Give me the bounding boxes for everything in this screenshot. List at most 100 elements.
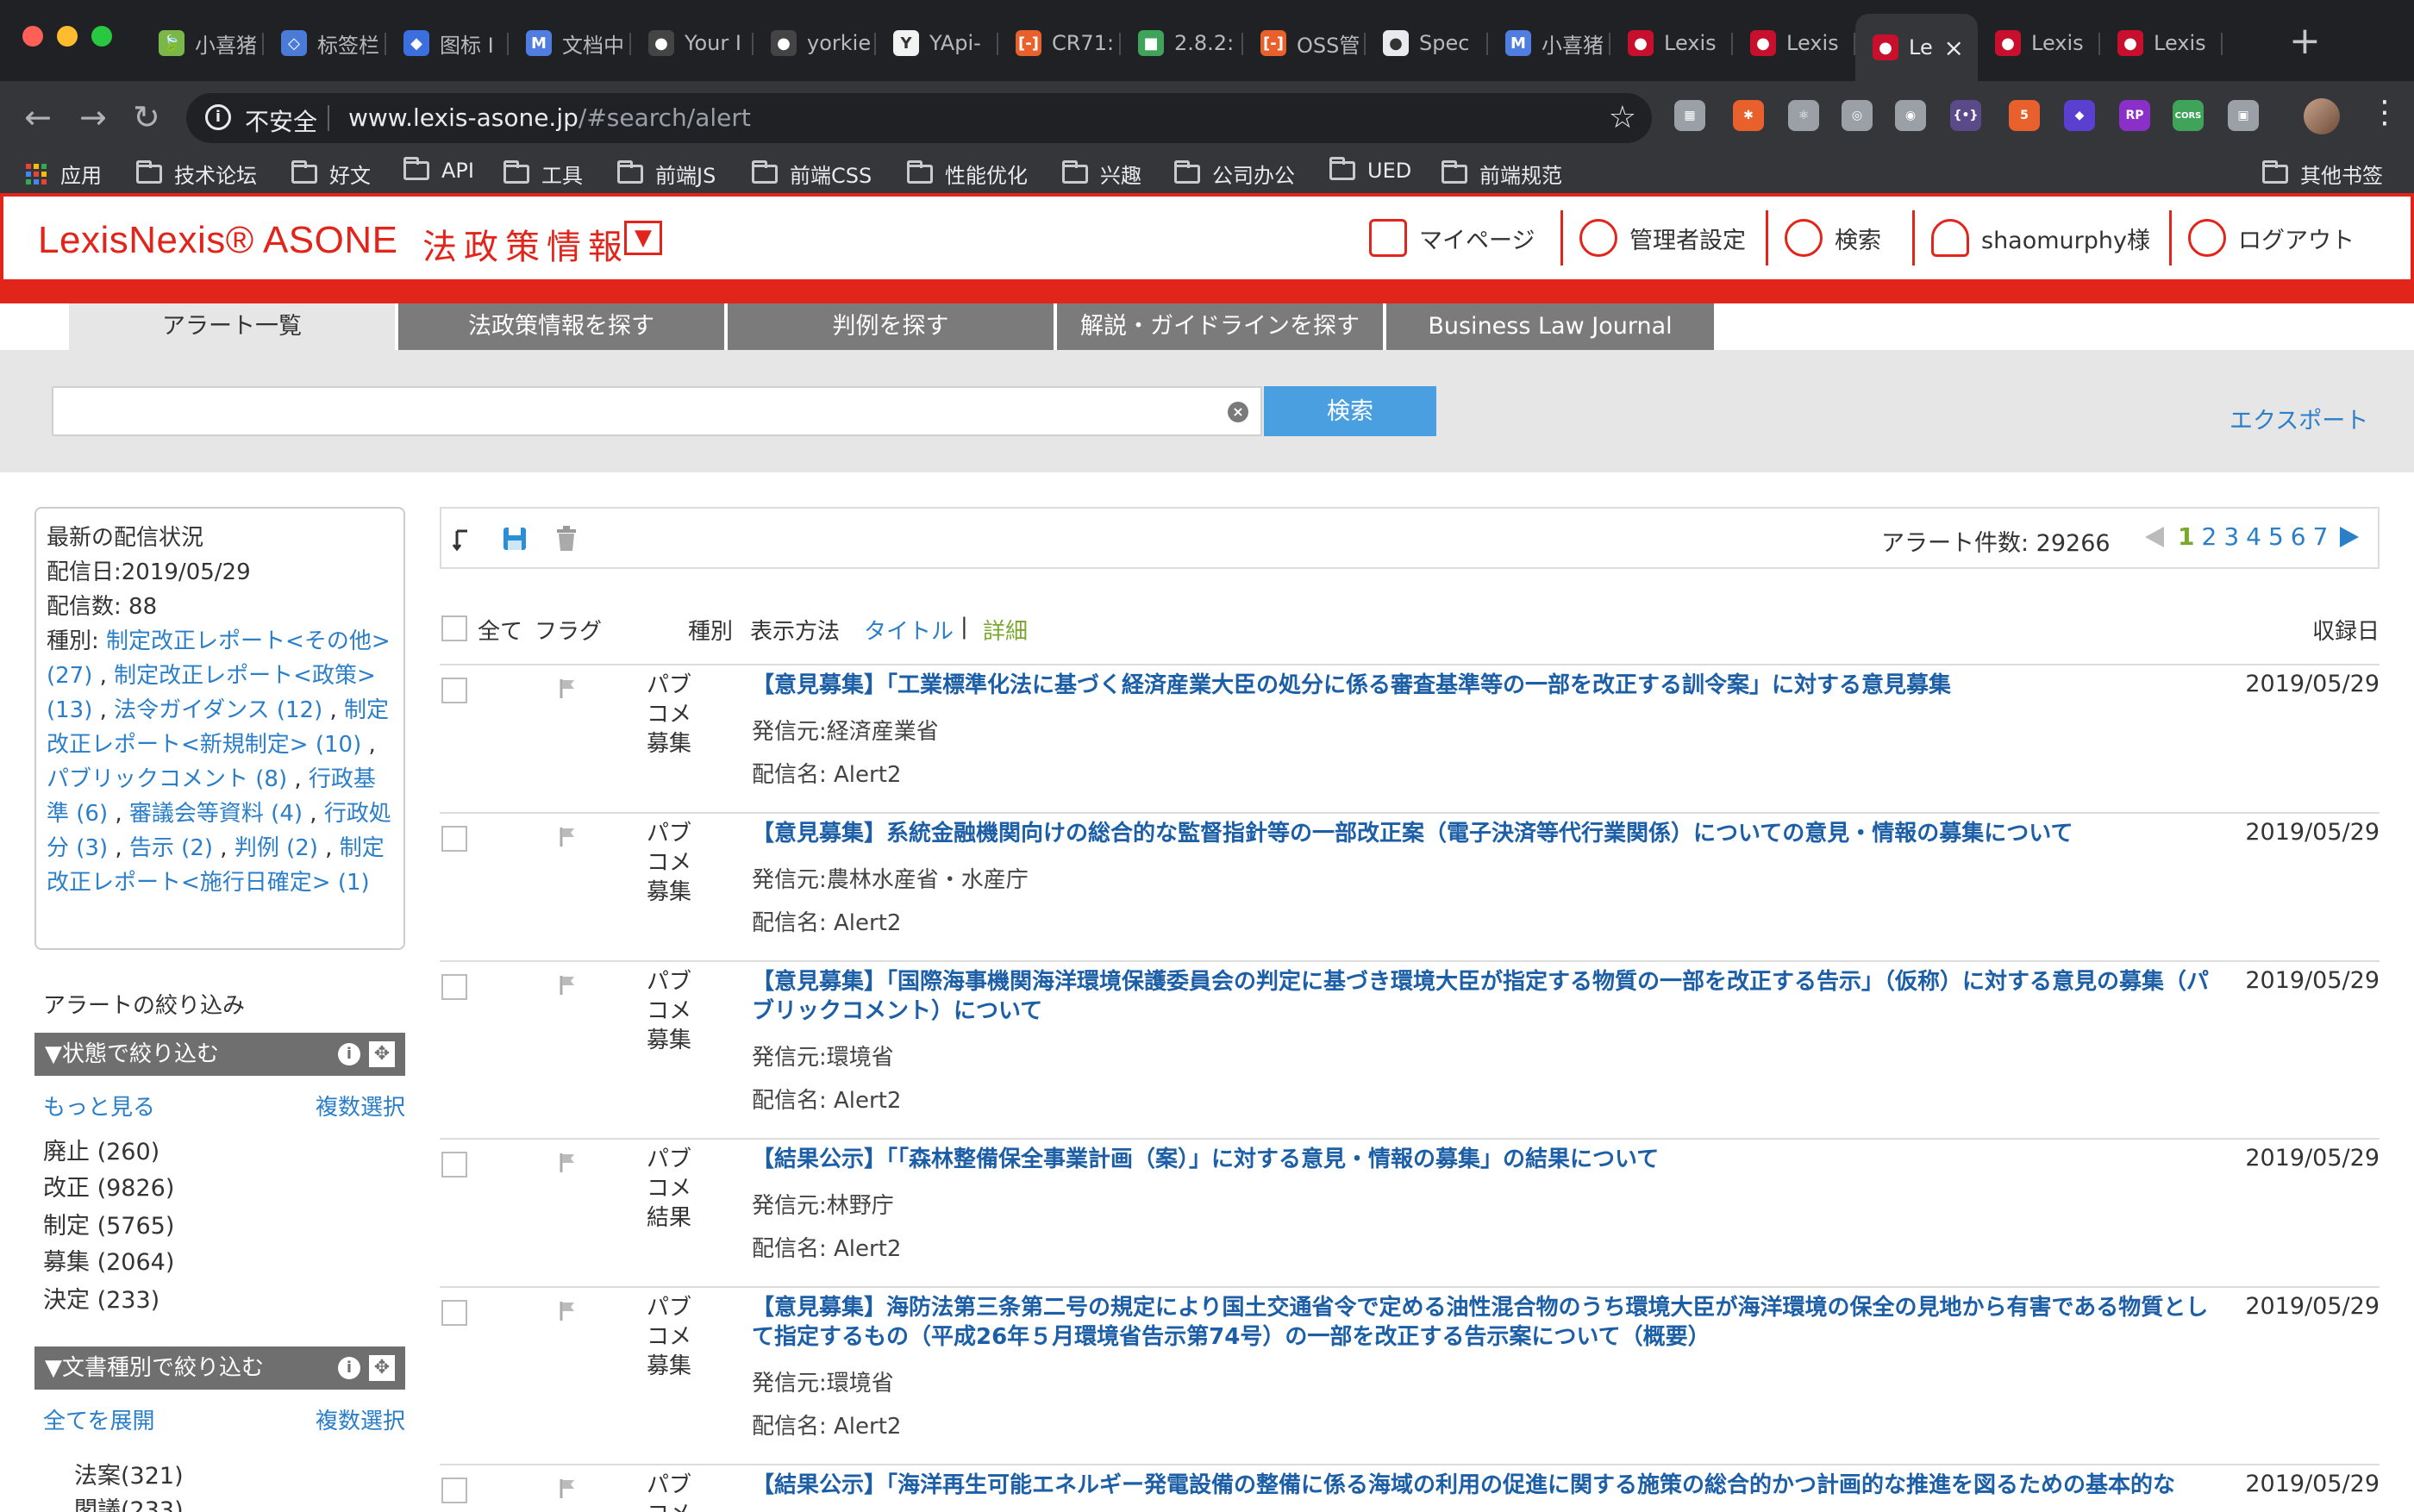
nav-mypage[interactable]: マイページ bbox=[1369, 210, 1535, 266]
bookmark-folder[interactable]: 工具 bbox=[503, 159, 583, 189]
site-info-icon[interactable]: i bbox=[205, 104, 231, 130]
browser-tab[interactable]: ● Your I bbox=[631, 14, 754, 72]
page-link[interactable]: 4 bbox=[2246, 522, 2261, 551]
url-text[interactable]: www.lexis-asone.jp/#search/alert bbox=[348, 103, 751, 132]
extension-box-icon[interactable]: ▣ bbox=[2228, 100, 2259, 131]
browser-tab[interactable]: Y YApi- bbox=[876, 14, 998, 72]
bookmark-star-icon[interactable]: ☆ bbox=[1609, 100, 1636, 135]
browser-tab[interactable]: ● Spec bbox=[1366, 14, 1488, 72]
status-kind-link[interactable]: 審議会等資料 (4) bbox=[129, 801, 303, 827]
doc-filter-header[interactable]: ▼文書種別で絞り込む i ✥ bbox=[34, 1346, 405, 1390]
trash-icon[interactable] bbox=[552, 524, 581, 553]
close-tab-icon[interactable]: × bbox=[1944, 34, 1964, 62]
bookmark-folder[interactable]: UED bbox=[1329, 157, 1411, 183]
prev-page-icon[interactable] bbox=[2145, 526, 2164, 547]
bookmark-folder[interactable]: 公司办公 bbox=[1174, 159, 1295, 189]
next-page-icon[interactable] bbox=[2340, 526, 2360, 547]
row-title-link[interactable]: 【意見募集】「工業標準化法に基づく経済産業大臣の処分に係る審査基準等の一部を改正… bbox=[752, 671, 2209, 700]
extension-orange-icon[interactable]: ✱ bbox=[1733, 100, 1764, 131]
display-title-link[interactable]: タイトル bbox=[864, 614, 954, 646]
browser-tab[interactable]: ● Lexis bbox=[2100, 14, 2223, 72]
info-icon[interactable]: i bbox=[338, 1357, 360, 1379]
flag-icon[interactable] bbox=[557, 974, 578, 997]
site-logo[interactable]: LexisNexis® ASONE bbox=[38, 219, 398, 262]
page-link[interactable]: 1 bbox=[2178, 522, 2194, 551]
browser-tab[interactable]: 🍃 小喜猪 bbox=[141, 14, 264, 72]
move-icon[interactable]: ✥ bbox=[369, 1041, 395, 1067]
cors-icon[interactable]: CORS bbox=[2173, 100, 2204, 131]
flag-icon[interactable] bbox=[557, 826, 578, 848]
bookmark-folder[interactable]: 兴趣 bbox=[1062, 159, 1141, 189]
status-filter-multi-select[interactable]: 複数選択 bbox=[316, 1090, 405, 1122]
back-button[interactable]: ← bbox=[24, 97, 52, 138]
product-dropdown-icon[interactable]: ▼ bbox=[624, 221, 662, 255]
window-minimize-button[interactable] bbox=[57, 26, 78, 47]
nav-logout[interactable]: ログアウト bbox=[2169, 210, 2355, 266]
doc-filter-item[interactable]: 法案(321) bbox=[74, 1457, 184, 1490]
doc-filter-item[interactable]: 閣議(233) bbox=[74, 1491, 184, 1512]
sort-icon[interactable] bbox=[448, 524, 478, 553]
browser-tab[interactable]: ◇ 标签栏 bbox=[264, 14, 386, 72]
search-button[interactable]: 検索 bbox=[1264, 386, 1436, 436]
page-link[interactable]: 2 bbox=[2201, 522, 2217, 551]
bookmark-folder[interactable]: 前端规范 bbox=[1442, 159, 1562, 189]
extension-gray-icon[interactable]: ◉ bbox=[1895, 100, 1926, 131]
status-kind-link[interactable]: 判例 (2) bbox=[235, 835, 318, 861]
flag-icon[interactable] bbox=[557, 678, 578, 700]
browser-tab[interactable]: M 小喜猪 bbox=[1488, 14, 1610, 72]
status-kind-link[interactable]: 告示 (2) bbox=[129, 835, 213, 861]
doc-filter-expand-all[interactable]: 全てを展開 bbox=[43, 1403, 154, 1435]
html5-icon[interactable]: 5 bbox=[2009, 100, 2040, 131]
status-kind-link[interactable]: 法令ガイダンス (12) bbox=[114, 697, 322, 723]
tab-policy-search[interactable]: 法政策情報を探す bbox=[398, 303, 724, 350]
forward-button[interactable]: → bbox=[79, 97, 107, 138]
tab-guideline-search[interactable]: 解説・ガイドラインを探す bbox=[1057, 303, 1383, 350]
status-filter-item[interactable]: 募集 (2064) bbox=[43, 1243, 174, 1277]
page-link[interactable]: 5 bbox=[2268, 522, 2284, 551]
bookmark-folder[interactable]: 技术论坛 bbox=[136, 159, 257, 189]
browser-tab[interactable]: ■ 2.8.2: bbox=[1121, 14, 1243, 72]
browser-tab[interactable]: ● Lexis bbox=[1610, 14, 1733, 72]
browser-tab[interactable]: ◆ 图标 I bbox=[386, 14, 509, 72]
status-filter-item[interactable]: 決定 (233) bbox=[43, 1281, 159, 1315]
bookmark-apps[interactable]: 应用 bbox=[26, 159, 102, 189]
status-filter-header[interactable]: ▼状態で絞り込む i ✥ bbox=[34, 1033, 405, 1076]
status-kind-link[interactable]: パブリックコメント (8) bbox=[47, 766, 287, 792]
qr-code-icon[interactable]: ▦ bbox=[1674, 100, 1705, 131]
page-link[interactable]: 3 bbox=[2223, 522, 2239, 551]
site-logo-sub[interactable]: 法政策情報 bbox=[422, 219, 629, 269]
bookmark-folder[interactable]: 好文 bbox=[291, 159, 371, 189]
page-link[interactable]: 7 bbox=[2313, 522, 2329, 551]
row-checkbox[interactable] bbox=[441, 1478, 467, 1503]
select-all-checkbox[interactable] bbox=[441, 615, 467, 641]
new-tab-button[interactable]: + bbox=[2289, 21, 2321, 62]
move-icon[interactable]: ✥ bbox=[369, 1355, 395, 1381]
nav-search[interactable]: 検索 bbox=[1766, 210, 1881, 266]
json-viewer-icon[interactable]: {•} bbox=[1950, 100, 1981, 131]
browser-tab[interactable]: [-] OSS管 bbox=[1243, 14, 1366, 72]
browser-tab[interactable]: [-] CR71: bbox=[998, 14, 1121, 72]
search-input[interactable] bbox=[52, 386, 1262, 436]
tab-business-law-journal[interactable]: Business Law Journal bbox=[1386, 303, 1714, 350]
status-filter-item[interactable]: 制定 (5765) bbox=[43, 1207, 174, 1240]
row-title-link[interactable]: 【結果公示】「海洋再生可能エネルギー発電設備の整備に係る海域の利用の促進に関する… bbox=[752, 1471, 2209, 1500]
browser-tab[interactable]: M 文档中 bbox=[509, 14, 631, 72]
save-icon[interactable] bbox=[500, 524, 529, 553]
browser-tab[interactable]: ● Le × bbox=[1855, 14, 1978, 81]
flag-icon[interactable] bbox=[557, 1300, 578, 1322]
flag-icon[interactable] bbox=[557, 1478, 578, 1500]
window-close-button[interactable] bbox=[22, 26, 43, 47]
layers-icon[interactable]: ◆ bbox=[2064, 100, 2095, 131]
row-title-link[interactable]: 【結果公示】「「森林整備保全事業計画（案）」に対する意見・情報の募集」の結果につ… bbox=[752, 1145, 2209, 1174]
bookmark-folder[interactable]: 前端JS bbox=[617, 159, 716, 189]
rp-icon[interactable]: RP bbox=[2119, 100, 2150, 131]
window-zoom-button[interactable] bbox=[91, 26, 112, 47]
row-checkbox[interactable] bbox=[441, 678, 467, 703]
clear-search-icon[interactable]: × bbox=[1228, 402, 1248, 422]
status-filter-more[interactable]: もっと見る bbox=[43, 1090, 155, 1122]
nav-user[interactable]: shaomurphy様 bbox=[1912, 210, 2150, 266]
browser-tab[interactable]: ● yorkie bbox=[754, 14, 876, 72]
reload-button[interactable]: ↻ bbox=[133, 97, 160, 138]
profile-avatar[interactable] bbox=[2304, 98, 2340, 134]
bookmark-folder[interactable]: 前端CSS bbox=[752, 159, 872, 189]
